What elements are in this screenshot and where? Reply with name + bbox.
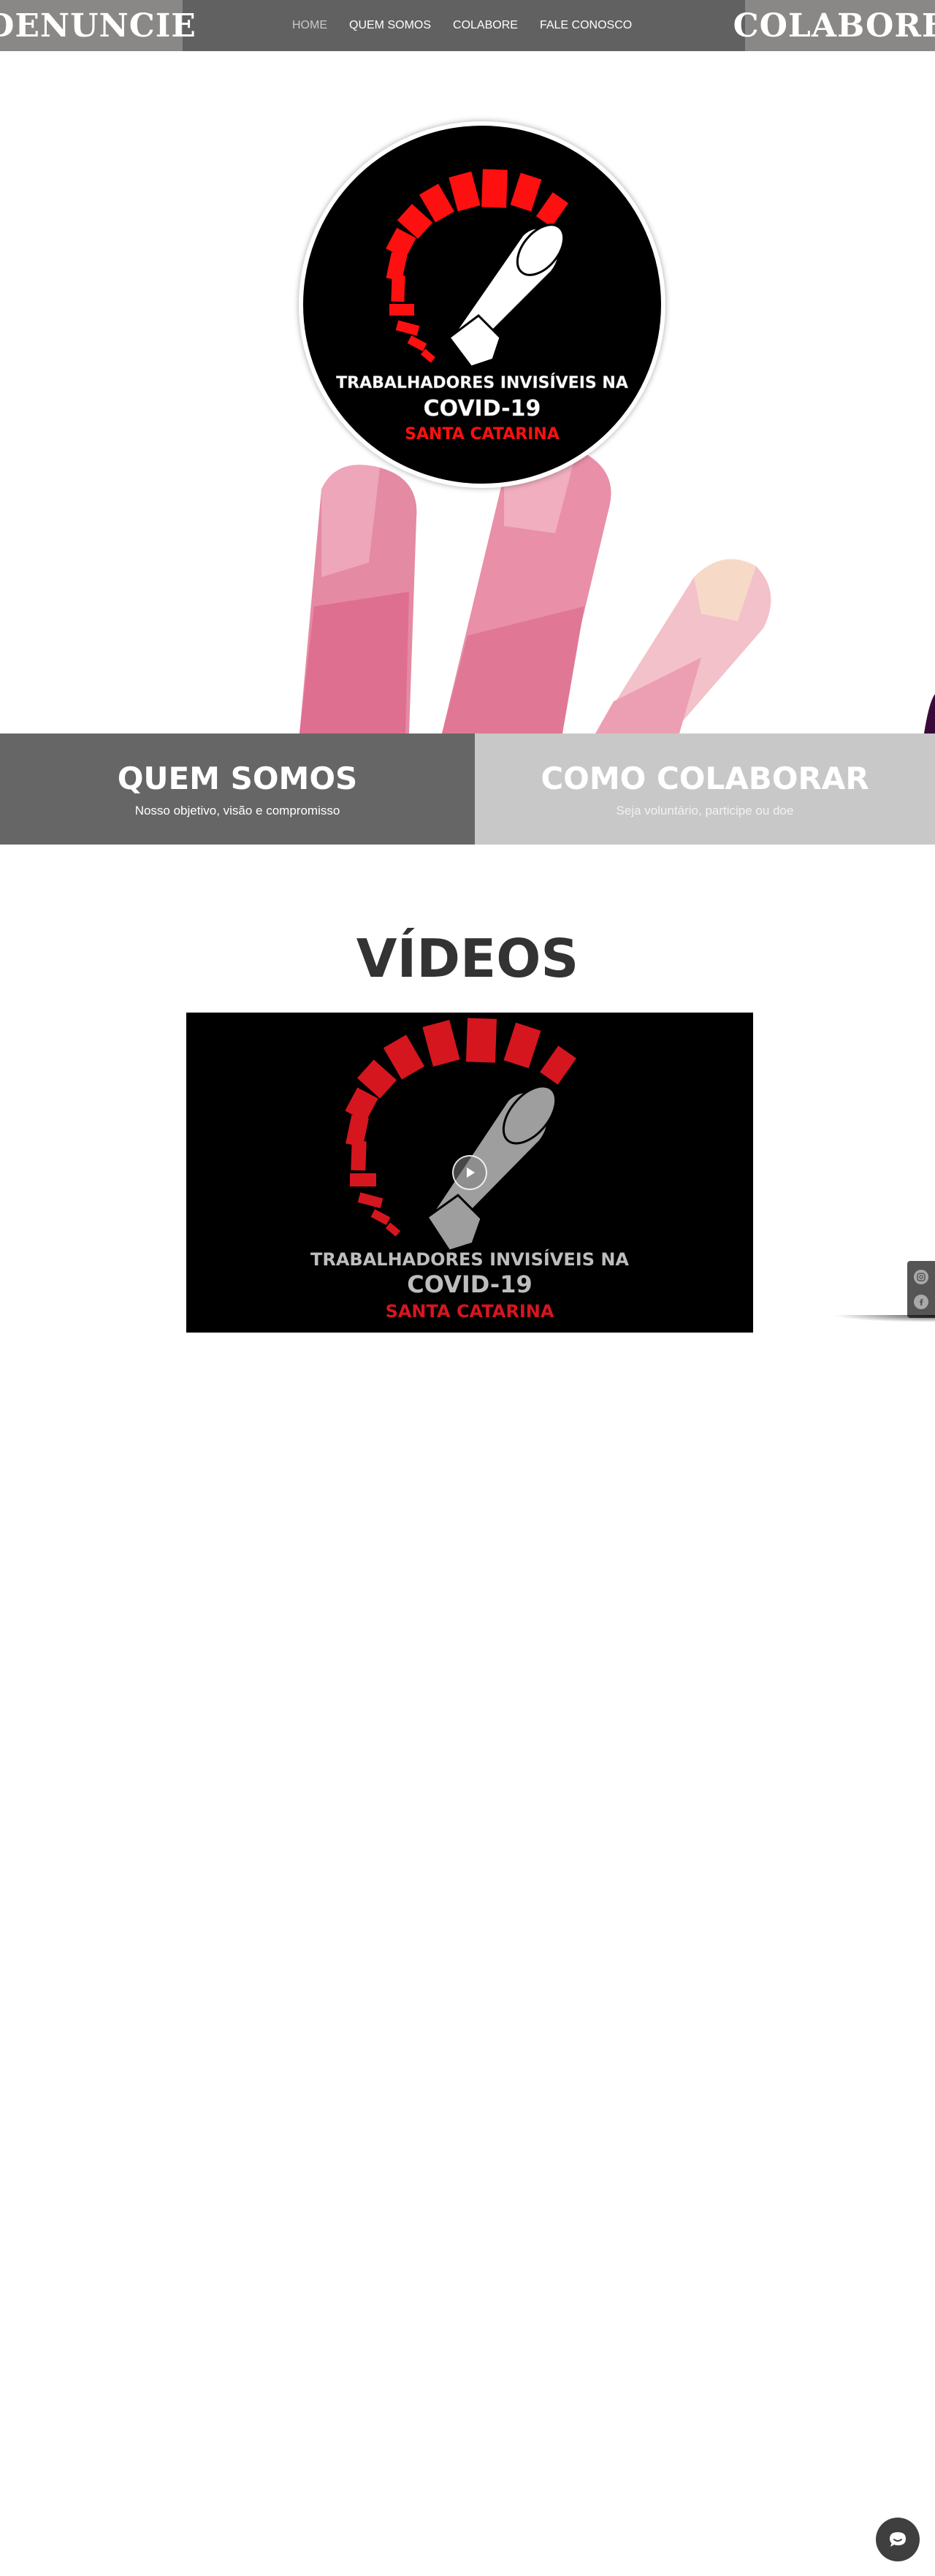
como-colaborar-band[interactable]: COMO COLABORAR Seja voluntário, particip… <box>475 733 935 845</box>
como-colaborar-title: COMO COLABORAR <box>541 760 869 796</box>
video-line2: COVID-19 <box>407 1270 533 1298</box>
videos-heading: VÍDEOS <box>356 928 579 989</box>
logo-line2: COVID-19 <box>423 396 541 422</box>
nav-quem-somos[interactable]: QUEM SOMOS <box>349 19 431 32</box>
social-bar-shadow <box>833 1315 935 1322</box>
video-player[interactable]: TRABALHADORES INVISÍVEIS NA COVID-19 SAN… <box>186 1013 753 1333</box>
project-logo: TRABALHADORES INVISÍVEIS NA COVID-19 SAN… <box>299 121 665 488</box>
play-button[interactable] <box>452 1155 487 1190</box>
colabore-button[interactable]: COLABORE <box>733 0 935 51</box>
nav-home[interactable]: HOME <box>292 19 327 32</box>
logo-line3: SANTA CATARINA <box>405 425 560 443</box>
site-header: DENUNCIE HOME QUEM SOMOS COLABORE FALE C… <box>0 0 935 51</box>
facebook-icon[interactable] <box>914 1295 928 1309</box>
nav-colabore[interactable]: COLABORE <box>453 19 518 32</box>
logo-line1: TRABALHADORES INVISÍVEIS NA <box>336 374 628 393</box>
hero-section: TRABALHADORES INVISÍVEIS NA COVID-19 SAN… <box>0 51 935 733</box>
quem-somos-subtitle: Nosso objetivo, visão e compromisso <box>134 803 340 818</box>
denuncie-label: DENUNCIE <box>0 7 196 45</box>
instagram-icon[interactable] <box>914 1270 928 1284</box>
video-line1: TRABALHADORES INVISÍVEIS NA <box>310 1249 630 1270</box>
nav-fale-conosco[interactable]: FALE CONOSCO <box>540 19 632 32</box>
social-bar <box>907 1261 935 1318</box>
chat-bubble-icon <box>890 2532 906 2547</box>
colabore-label: COLABORE <box>733 7 935 45</box>
main-nav: HOME QUEM SOMOS COLABORE FALE CONOSCO <box>292 0 632 51</box>
chat-button[interactable] <box>876 2518 920 2561</box>
play-icon <box>467 1167 475 1178</box>
quem-somos-band[interactable]: QUEM SOMOS Nosso objetivo, visão e compr… <box>0 733 475 845</box>
quem-somos-title: QUEM SOMOS <box>117 760 358 796</box>
video-line3: SANTA CATARINA <box>385 1301 554 1322</box>
como-colaborar-subtitle: Seja voluntário, participe ou doe <box>616 803 794 818</box>
denuncie-button[interactable]: DENUNCIE <box>0 0 196 51</box>
